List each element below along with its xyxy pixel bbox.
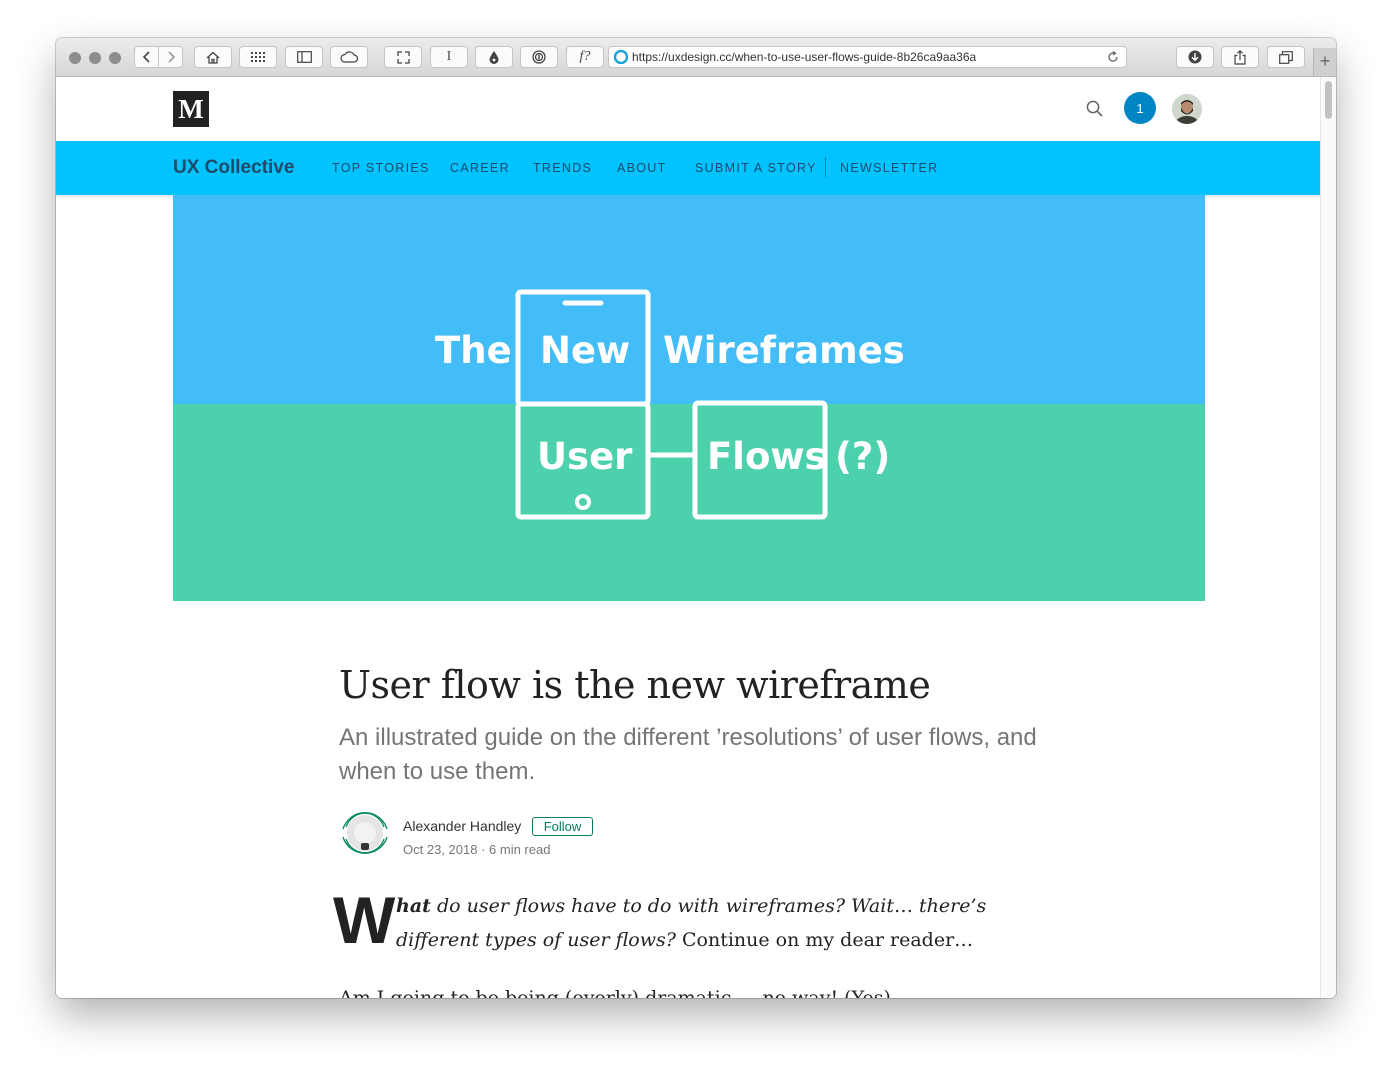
- share-button[interactable]: [1221, 46, 1259, 68]
- new-tab-button[interactable]: +: [1313, 48, 1336, 76]
- home-icon: [206, 51, 220, 64]
- nav-trends[interactable]: TRENDS: [533, 161, 592, 175]
- follow-button[interactable]: Follow: [532, 817, 593, 836]
- address-bar[interactable]: https://uxdesign.cc/when-to-use-user-flo…: [608, 46, 1127, 68]
- nav-divider: [825, 157, 826, 177]
- web-page: M 1 UX Collective TOP STORIES CAREER TRE…: [56, 77, 1321, 998]
- article-date: Oct 23, 2018: [403, 842, 478, 857]
- author-avatar[interactable]: [339, 807, 391, 859]
- drop-cap: W: [333, 883, 396, 957]
- password-manager-button[interactable]: [520, 46, 558, 68]
- lead-bold: hat: [396, 895, 431, 917]
- sidebar-button[interactable]: [285, 46, 323, 68]
- nav-top-stories[interactable]: TOP STORIES: [332, 161, 430, 175]
- medium-logo[interactable]: M: [173, 91, 209, 127]
- hero-bottom-band: [173, 404, 1205, 601]
- site-favicon-icon: [614, 50, 628, 64]
- minimize-window-button[interactable]: [89, 52, 101, 64]
- close-window-button[interactable]: [69, 52, 81, 64]
- hero-top-band: [173, 195, 1205, 404]
- download-icon: [1188, 50, 1202, 64]
- user-avatar[interactable]: [1172, 94, 1202, 124]
- hero-word-the: The: [435, 329, 512, 372]
- screenshot-extension-button[interactable]: [384, 46, 422, 68]
- nav-newsletter[interactable]: NEWSLETTER: [840, 161, 938, 175]
- hero-word-new: New: [540, 329, 630, 372]
- hero-word-question: (?): [835, 435, 890, 478]
- article-meta: Oct 23, 2018 · 6 min read: [403, 842, 550, 857]
- article-title: User flow is the new wireframe: [339, 663, 931, 707]
- expand-icon: [396, 50, 410, 64]
- tab-overview-button[interactable]: [1267, 46, 1305, 68]
- top-sites-button[interactable]: [239, 46, 277, 68]
- zoom-window-button[interactable]: [109, 52, 121, 64]
- meta-separator: ·: [481, 842, 490, 857]
- reader-extension-button[interactable]: I: [430, 46, 468, 68]
- scrollbar-thumb[interactable]: [1325, 81, 1332, 119]
- chevron-right-icon: [167, 51, 175, 63]
- hero-word-user: User: [537, 435, 633, 478]
- next-paragraph: Am I going to be being (overly) dramatic…: [339, 987, 891, 998]
- cloud-icon: [340, 51, 358, 63]
- article-read-time: 6 min read: [489, 842, 551, 857]
- article-subtitle: An illustrated guide on the different ’r…: [339, 724, 1037, 785]
- medium-top-bar: M 1: [56, 77, 1321, 141]
- nav-career[interactable]: CAREER: [450, 161, 510, 175]
- page-scrollbar[interactable]: [1320, 77, 1336, 998]
- lead-paragraph: hat do user flows have to do with wirefr…: [396, 889, 1016, 957]
- hero-illustration: The New Wireframes User Flows (?): [173, 195, 1205, 601]
- share-icon: [1234, 49, 1246, 65]
- grid-icon: [251, 52, 265, 62]
- browser-toolbar: I f? https://uxdesign.cc/when-to-use-use…: [56, 38, 1336, 77]
- ink-extension-button[interactable]: [475, 46, 513, 68]
- hero-word-flows: Flows: [707, 435, 827, 478]
- formula-extension-button[interactable]: f?: [566, 46, 604, 68]
- author-avatar-icon: [342, 812, 388, 854]
- publication-brand[interactable]: UX Collective: [173, 157, 294, 179]
- hero-word-wireframes: Wireframes: [663, 329, 905, 372]
- chevron-left-icon: [142, 51, 150, 63]
- tabs-icon: [1279, 50, 1293, 64]
- browser-window: I f? https://uxdesign.cc/when-to-use-use…: [56, 38, 1336, 998]
- nav-about[interactable]: ABOUT: [617, 161, 667, 175]
- publication-nav-bar: UX Collective TOP STORIES CAREER TRENDS …: [56, 141, 1321, 195]
- back-button[interactable]: [134, 46, 159, 68]
- home-button[interactable]: [194, 46, 232, 68]
- user-avatar-icon: [1172, 94, 1202, 124]
- 1password-icon: [532, 50, 546, 64]
- reload-icon[interactable]: [1107, 51, 1119, 63]
- forward-button[interactable]: [158, 46, 183, 68]
- url-text: https://uxdesign.cc/when-to-use-user-flo…: [632, 50, 977, 64]
- search-icon[interactable]: [1086, 100, 1103, 117]
- author-name[interactable]: Alexander Handley: [403, 818, 521, 834]
- icloud-tabs-button[interactable]: [330, 46, 368, 68]
- drop-icon: [489, 51, 499, 64]
- nav-submit-story[interactable]: SUBMIT A STORY: [695, 161, 817, 175]
- notifications-badge[interactable]: 1: [1124, 92, 1156, 124]
- lead-normal: Continue on my dear reader…: [675, 929, 974, 951]
- downloads-button[interactable]: [1176, 46, 1214, 68]
- sidebar-icon: [296, 51, 312, 63]
